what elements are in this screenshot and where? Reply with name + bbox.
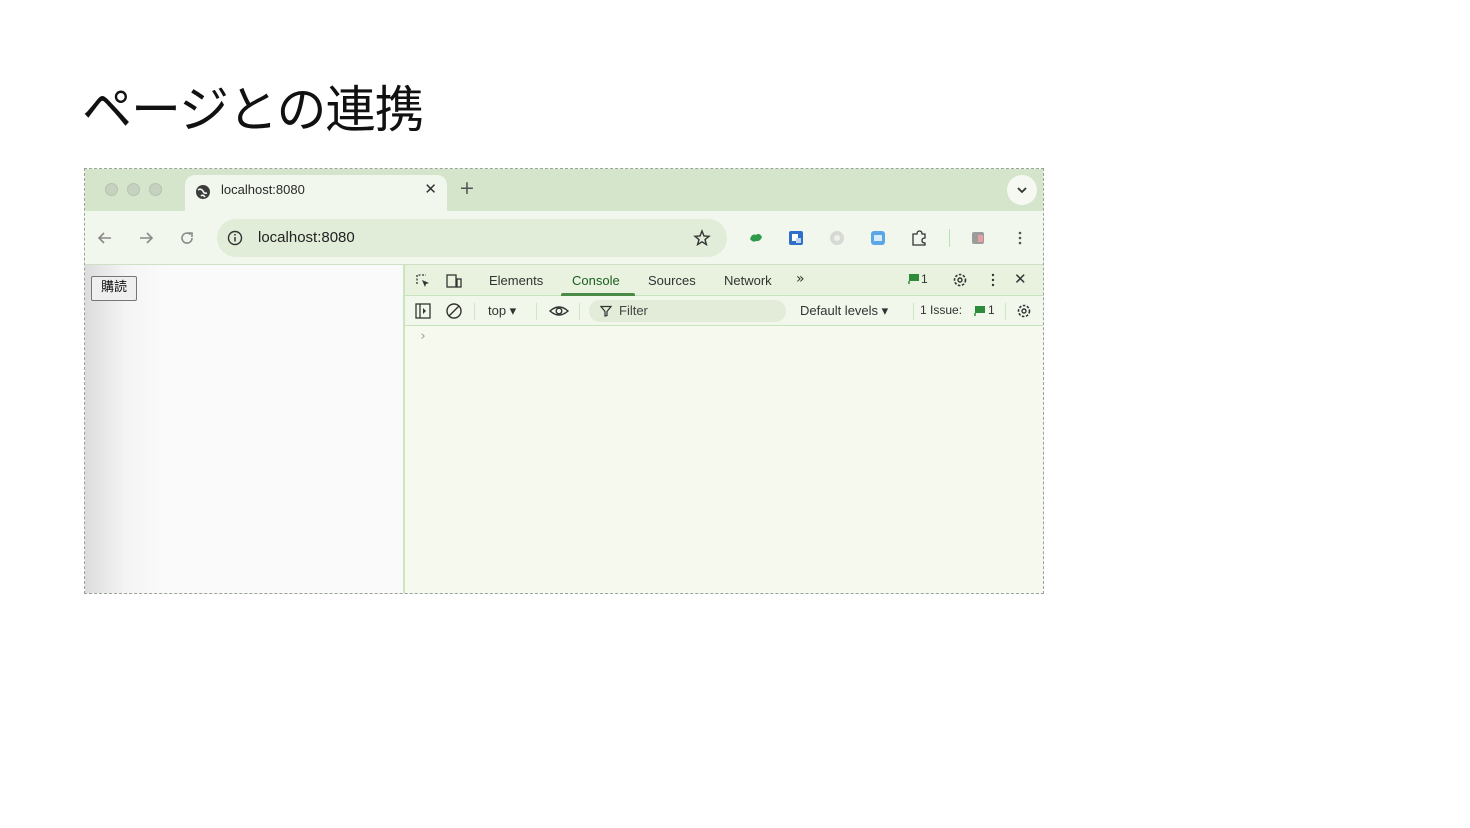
- execution-context-select[interactable]: top ▾: [488, 303, 516, 319]
- devtools-menu-kebab-icon[interactable]: [984, 271, 1002, 289]
- issues-flag-icon: [974, 306, 985, 316]
- extension-circle-icon[interactable]: [828, 229, 846, 247]
- toolbar-divider: [949, 229, 950, 247]
- issues-flag-icon[interactable]: [908, 272, 920, 286]
- device-toolbar-icon[interactable]: [445, 272, 463, 290]
- settings-gear-icon[interactable]: [951, 271, 969, 289]
- sidebar-toggle-icon[interactable]: [414, 302, 432, 320]
- tab-sources[interactable]: Sources: [648, 273, 696, 288]
- console-settings-gear-icon[interactable]: [1015, 302, 1033, 320]
- bookmark-star-icon[interactable]: [693, 229, 711, 247]
- live-expression-eye-icon[interactable]: [548, 302, 570, 320]
- console-prompt[interactable]: ›: [419, 329, 427, 344]
- forward-arrow-icon[interactable]: [136, 228, 156, 248]
- extension-blue-icon[interactable]: [869, 229, 887, 247]
- window-minimize-dot[interactable]: [127, 183, 140, 196]
- window-zoom-dot[interactable]: [149, 183, 162, 196]
- browser-menu-kebab-icon[interactable]: [1011, 229, 1029, 247]
- tab-search-button[interactable]: [1007, 175, 1037, 205]
- extension-tab-icon[interactable]: [787, 229, 805, 247]
- log-levels-select[interactable]: Default levels ▾: [800, 303, 888, 319]
- issues-label[interactable]: 1 Issue:: [920, 303, 962, 317]
- console-filter-input[interactable]: Filter: [589, 300, 786, 322]
- inspect-element-icon[interactable]: [414, 272, 432, 290]
- tab-console[interactable]: Console: [572, 273, 620, 288]
- filter-placeholder: Filter: [619, 303, 648, 318]
- globe-icon: [196, 185, 210, 199]
- site-info-icon[interactable]: [227, 230, 243, 246]
- tab-elements[interactable]: Elements: [489, 273, 543, 288]
- toolbar-separator: [913, 303, 914, 320]
- browser-toolbar: localhost:8080: [85, 211, 1043, 265]
- profile-avatar-icon[interactable]: [969, 229, 987, 247]
- clear-console-icon[interactable]: [445, 302, 463, 320]
- page-viewport: 購読: [85, 265, 403, 593]
- address-bar[interactable]: localhost:8080: [217, 219, 727, 257]
- address-url: localhost:8080: [258, 229, 355, 246]
- issues-badge-count: 1: [921, 272, 928, 286]
- issues-count: 1: [988, 303, 995, 317]
- reload-icon[interactable]: [177, 228, 197, 248]
- toolbar-separator: [579, 303, 580, 320]
- new-tab-button[interactable]: +: [459, 177, 475, 199]
- slide-title: ページとの連携: [82, 81, 424, 139]
- devtools-panel: Elements Console Sources Network » 1 ✕ t…: [403, 265, 1043, 593]
- back-arrow-icon[interactable]: [95, 228, 115, 248]
- extension-evernote-icon[interactable]: [747, 229, 765, 247]
- more-tabs-button[interactable]: »: [796, 271, 805, 287]
- browser-window: localhost:8080 ✕ + localhost:8080 購読 Ele…: [84, 168, 1044, 594]
- window-close-dot[interactable]: [105, 183, 118, 196]
- subscribe-button[interactable]: 購読: [91, 276, 137, 301]
- extensions-puzzle-icon[interactable]: [910, 229, 928, 247]
- tab-network[interactable]: Network: [724, 273, 772, 288]
- browser-tab[interactable]: localhost:8080 ✕: [185, 175, 447, 211]
- devtools-tabs-bar: Elements Console Sources Network » 1 ✕: [405, 265, 1043, 296]
- toolbar-separator: [474, 303, 475, 320]
- tab-close-icon[interactable]: ✕: [424, 180, 437, 198]
- toolbar-separator: [1005, 303, 1006, 320]
- filter-funnel-icon: [600, 305, 612, 317]
- chevron-down-icon: [1017, 187, 1027, 194]
- toolbar-separator: [536, 303, 537, 320]
- tab-title: localhost:8080: [221, 182, 305, 197]
- close-devtools-icon[interactable]: ✕: [1014, 270, 1027, 288]
- tab-strip: localhost:8080 ✕ +: [85, 169, 1043, 211]
- console-toolbar: top ▾ Filter Default levels ▾ 1 Issue: 1: [405, 296, 1043, 326]
